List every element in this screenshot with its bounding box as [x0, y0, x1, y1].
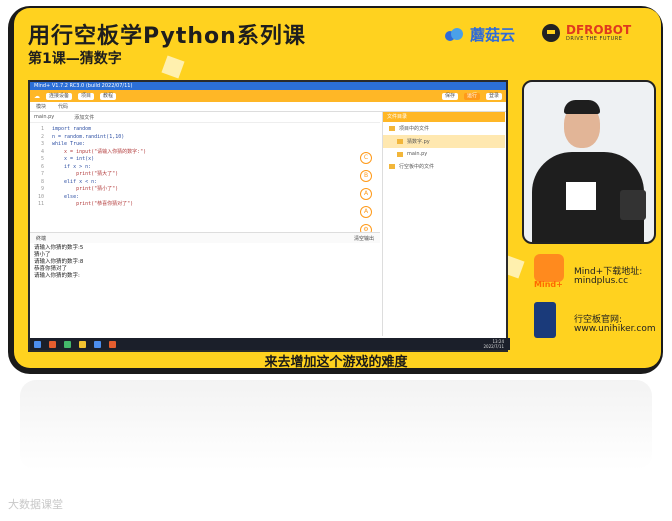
mindplus-logo-text: Mind+ — [534, 280, 563, 289]
app-icon[interactable] — [49, 340, 56, 348]
tool-a-icon[interactable]: A — [360, 188, 372, 200]
line-number: 10 — [37, 193, 44, 200]
windows-taskbar: 13:24 2022/7/11 — [30, 338, 510, 350]
taskbar-clock: 13:24 2022/7/11 — [483, 339, 504, 349]
line-number: 11 — [37, 201, 44, 207]
file-guess-number[interactable]: 猜数字.py — [383, 135, 505, 148]
toolbar-project-button[interactable]: 项目 — [78, 92, 95, 100]
code-line[interactable]: print("猜大了") — [52, 171, 118, 179]
editor-side-tools: C B A A ⚙ — [360, 152, 372, 236]
dfrobot-tagline: DRIVE THE FUTURE — [566, 36, 623, 42]
video-canvas: 用行空板学Python系列课 第1课—猜数字 蘑菇云 DFROBOT DRIVE… — [14, 8, 661, 368]
toolbar-save-button[interactable]: 保存 — [441, 92, 458, 100]
terminal-output[interactable]: 请输入你猜的数字:5 猜小了 请输入你猜的数字:8 恭喜你猜对了 请输入你猜的数字: — [30, 243, 380, 282]
presenter-hair — [564, 100, 600, 114]
terminal-clear-button[interactable]: 清空输出 — [354, 235, 374, 242]
shirt-print — [566, 182, 596, 210]
line-number: 1 — [40, 126, 44, 132]
unihiker-board-icon — [534, 302, 556, 338]
lesson-title: 第1课—猜数字 — [28, 51, 122, 67]
line-number: 6 — [40, 163, 44, 170]
terminal-header: 终端 清空输出 — [30, 233, 380, 243]
line-number: 8 — [40, 178, 44, 185]
app-icon[interactable] — [94, 340, 101, 348]
line-number: 5 — [40, 156, 44, 162]
toolbar-run-button[interactable]: 运行 — [463, 92, 480, 100]
terminal-panel: 终端 清空输出 请输入你猜的数字:5 猜小了 请输入你猜的数字:8 恭喜你猜对了 请输入… — [30, 232, 380, 337]
file-directory-panel: 文件目录 项目中的文件 猜数字.py main.py 行空板中的文件 — [382, 112, 505, 336]
mindplus-logo-icon — [534, 254, 564, 282]
code-line[interactable]: x = input("请输入你猜的数字:") — [52, 149, 146, 157]
ide-toolbar: ☁ 连接设备 项目 教程 保存 运行 登录 — [30, 90, 506, 102]
file-tab-main[interactable]: main.py — [34, 114, 54, 120]
code-line[interactable]: x = int(x) — [52, 156, 94, 164]
code-line[interactable]: print("恭喜你猜对了") — [52, 201, 133, 209]
line-number: 3 — [40, 141, 44, 147]
tool-c-icon[interactable]: C — [360, 152, 372, 164]
code-line[interactable]: elif x < n: — [52, 179, 97, 187]
mushroom-cloud-brand: 蘑菇云 — [444, 24, 515, 45]
tool-a2-icon[interactable]: A — [360, 206, 372, 218]
toolbar-tutorial-button[interactable]: 教程 — [100, 92, 117, 100]
window-titlebar: Mind+ V1.7.2 RC3.0 (build 2022/07/11) — [30, 82, 506, 90]
mindplus-logo-icon: ☁ — [34, 92, 40, 100]
folder-icon — [389, 164, 395, 169]
terminal-line: 猜小了 — [34, 252, 51, 258]
terminal-line: 请输入你猜的数字:8 — [34, 259, 84, 265]
tool-b-icon[interactable]: B — [360, 170, 372, 182]
video-subtitle: 来去增加这个游戏的难度 — [264, 355, 408, 370]
robot-logo-icon — [542, 24, 560, 42]
dfrobot-brand: DFROBOT DRIVE THE FUTURE — [542, 24, 631, 42]
tab-blocks[interactable]: 模块 — [36, 103, 46, 110]
frame-reflection — [20, 380, 652, 470]
dfrobot-name: DFROBOT — [566, 23, 632, 37]
toolbar-login-button[interactable]: 登录 — [485, 92, 502, 100]
code-line[interactable]: while True: — [52, 141, 85, 149]
terminal-line: 请输入你猜的数字: — [34, 273, 80, 279]
toolbar-connect-button[interactable]: 连接设备 — [46, 92, 73, 100]
mindplus-url[interactable]: mindplus.cc — [574, 276, 628, 286]
mode-tabs: 模块 代码 — [30, 102, 506, 112]
file-icon — [397, 139, 403, 144]
folder-icon — [389, 126, 395, 131]
start-icon[interactable] — [34, 340, 41, 348]
terminal-line: 请输入你猜的数字:5 — [34, 245, 84, 251]
unihiker-device — [620, 190, 646, 220]
line-number: 4 — [40, 148, 44, 155]
code-line[interactable]: import random — [52, 126, 91, 134]
file-icon — [397, 151, 403, 157]
app-icon[interactable] — [64, 340, 71, 348]
unihiker-url[interactable]: www.unihiker.com — [574, 324, 656, 334]
file-main[interactable]: main.py — [383, 148, 505, 160]
folder-board-files[interactable]: 行空板中的文件 — [383, 160, 505, 173]
file-directory-title: 文件目录 — [383, 112, 505, 122]
watermark: 大数据课堂 — [8, 498, 63, 511]
code-line[interactable]: n = random.randint(1,10) — [52, 134, 124, 142]
app-icon[interactable] — [109, 340, 116, 348]
code-line[interactable]: else: — [52, 194, 79, 202]
app-icon[interactable] — [79, 340, 86, 348]
code-line[interactable]: if x > n: — [52, 164, 91, 172]
code-editor[interactable]: main.py 添加文件 1 import random 2 n = random.r… — [30, 112, 380, 236]
decor-square — [161, 55, 185, 79]
course-title: 用行空板学Python系列课 — [28, 24, 306, 49]
presenter-webcam — [522, 80, 656, 244]
line-number: 9 — [40, 186, 44, 192]
cloud-brand-name: 蘑菇云 — [470, 26, 516, 44]
folder-project-files[interactable]: 项目中的文件 — [383, 122, 505, 135]
line-number: 2 — [40, 133, 44, 140]
cloud-logo-icon — [445, 27, 463, 41]
terminal-title: 终端 — [36, 235, 47, 242]
code-lines: 1 import random 2 n = random.randint(1,10) 3… — [30, 124, 350, 228]
code-line[interactable]: print("猜小了") — [52, 186, 118, 194]
tab-code[interactable]: 代码 — [58, 103, 68, 110]
terminal-line: 恭喜你猜对了 — [34, 266, 68, 272]
file-tabs: main.py 添加文件 — [30, 112, 380, 123]
file-tab-add[interactable]: 添加文件 — [74, 114, 94, 121]
line-number: 7 — [40, 171, 44, 177]
ide-screen: Mind+ V1.7.2 RC3.0 (build 2022/07/11) ☁ … — [28, 80, 510, 352]
